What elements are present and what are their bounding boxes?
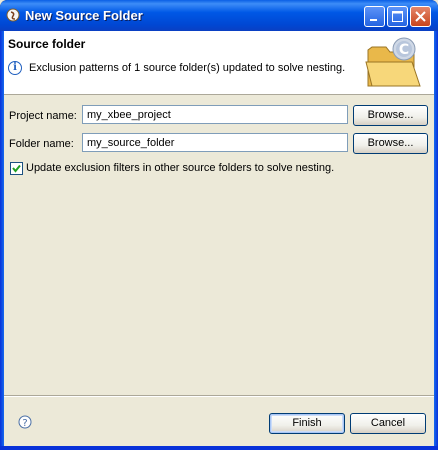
cancel-button[interactable]: Cancel xyxy=(350,413,426,434)
header-message: Exclusion patterns of 1 source folder(s)… xyxy=(29,62,346,74)
folder-browse-button[interactable]: Browse... xyxy=(353,133,428,154)
folder-name-field[interactable]: my_source_folder xyxy=(82,133,348,152)
wizard-header: Source folder i Exclusion patterns of 1 … xyxy=(4,31,434,95)
title-bar[interactable]: New Source Folder xyxy=(0,0,438,31)
dialog-body: Source folder i Exclusion patterns of 1 … xyxy=(4,31,434,446)
page-title: Source folder xyxy=(8,37,86,51)
update-exclusion-label: Update exclusion filters in other source… xyxy=(26,162,335,174)
close-button[interactable] xyxy=(410,6,431,27)
svg-text:?: ? xyxy=(22,418,27,429)
project-name-field[interactable]: my_xbee_project xyxy=(82,105,348,124)
folder-with-c-icon: C xyxy=(365,37,421,87)
close-icon xyxy=(415,11,426,22)
folder-name-label: Folder name: xyxy=(9,138,74,150)
maximize-button[interactable] xyxy=(387,6,408,27)
footer-divider xyxy=(4,395,434,397)
project-browse-button[interactable]: Browse... xyxy=(353,105,428,126)
window-frame-bottom xyxy=(0,446,438,450)
checkmark-icon xyxy=(12,164,21,173)
dialog-window: New Source Folder Source folder i Exclus… xyxy=(0,0,438,450)
update-exclusion-checkbox[interactable] xyxy=(10,162,23,175)
minimize-icon xyxy=(370,19,377,21)
help-icon[interactable]: ? xyxy=(18,415,32,429)
maximize-icon xyxy=(392,11,403,22)
svg-text:C: C xyxy=(399,42,409,58)
info-icon: i xyxy=(8,61,22,75)
window-title: New Source Folder xyxy=(25,8,143,23)
window-frame-right xyxy=(434,31,438,450)
minimize-button[interactable] xyxy=(364,6,385,27)
app-icon xyxy=(6,8,20,22)
finish-button[interactable]: Finish xyxy=(269,413,345,434)
project-name-label: Project name: xyxy=(9,110,77,122)
